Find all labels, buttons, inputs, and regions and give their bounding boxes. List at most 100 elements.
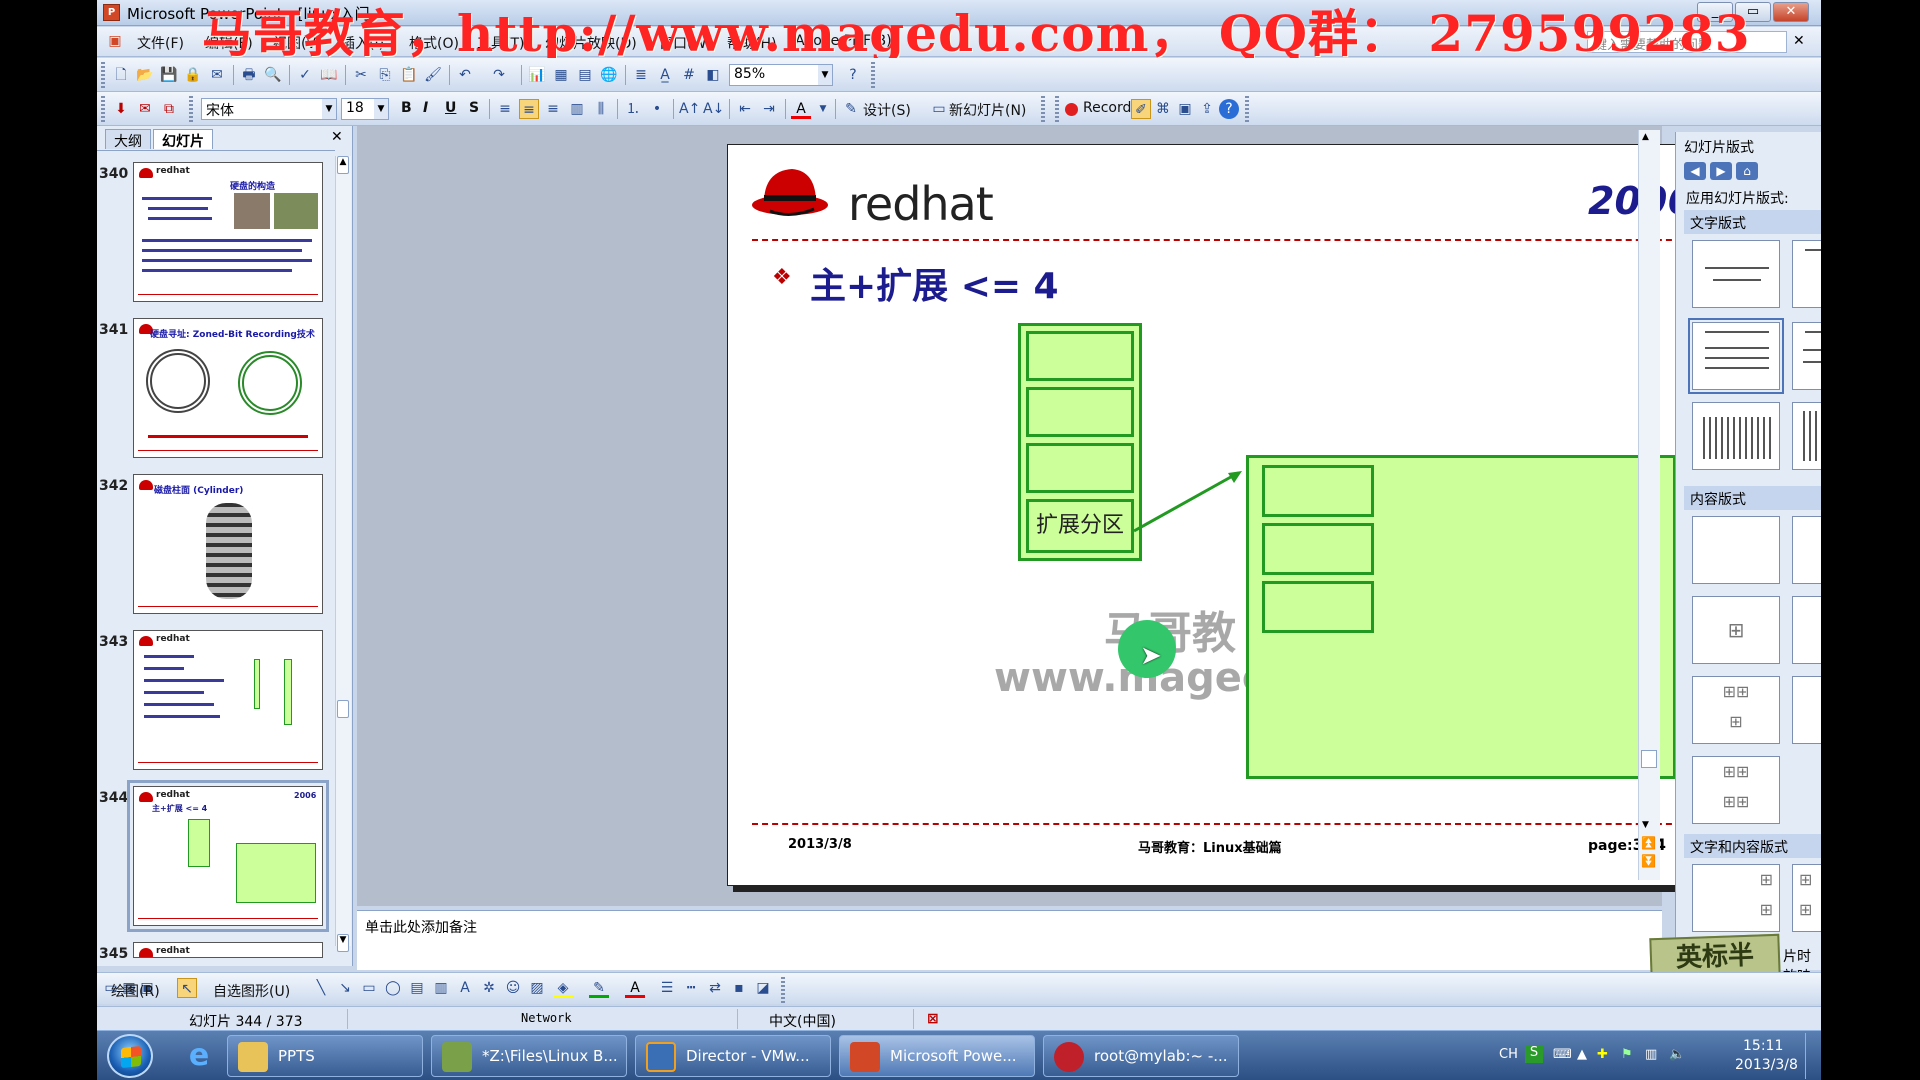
arrow-style-icon[interactable]: ⇄ [705,978,725,998]
textbox-icon[interactable]: ▤ [407,978,427,998]
align-center-icon[interactable]: ≡ [519,99,539,119]
layout-two-content[interactable]: ⊞⊞ [1792,596,1821,664]
font-size-select[interactable]: 18 ▼ [341,98,389,120]
task-ppts[interactable]: PPTS [227,1035,423,1077]
clock-date[interactable]: 2013/3/8 [1735,1057,1798,1073]
chevron-down-icon[interactable]: ▼ [818,65,832,85]
slide-scrollbar[interactable]: ▲ ▼ ⏫ ⏬ [1638,130,1660,880]
font-color-icon[interactable]: A [791,99,811,119]
logical-partition-box[interactable] [1262,581,1374,633]
layout-vertical-text[interactable] [1692,402,1780,470]
network-icon[interactable]: ▥ [1645,1047,1657,1062]
clipart-icon[interactable]: ☺ [503,978,523,998]
toolbar-options-icon[interactable] [1245,96,1249,122]
task-powerpoint[interactable]: Microsoft Powe... [839,1035,1035,1077]
expand-all-icon[interactable]: ≣ [631,65,651,85]
tab-slides[interactable]: 幻灯片 [153,129,213,150]
paste-icon[interactable]: 📋 [399,65,419,85]
slide-heading[interactable]: 主+扩展 <= 4 [810,257,1059,309]
sogou-icon[interactable]: S [1525,1045,1543,1063]
forward-icon[interactable]: ▶ [1710,162,1732,180]
toolbar-options-icon[interactable] [1041,96,1045,122]
layout-content-text[interactable]: ⊞ ⊞ [1792,864,1821,932]
tray-keyboard-icon[interactable]: ⌨ [1553,1047,1572,1062]
internet-explorer-icon[interactable]: e [179,1039,219,1073]
powerpoint-app-icon[interactable]: P [103,4,120,21]
close-document-icon[interactable]: ✕ [1793,33,1805,49]
clock-time[interactable]: 15:11 [1743,1038,1783,1054]
extended-partition-label[interactable]: 扩展分区 [1026,499,1134,553]
toolbar-grip[interactable] [1055,96,1059,122]
next-slide-icon[interactable]: ⏬ [1641,854,1656,868]
help-icon[interactable]: ? [1219,99,1239,119]
shadow-button[interactable]: S [469,100,479,116]
toolbar-grip[interactable] [101,62,105,88]
previous-slide-icon[interactable]: ⏫ [1641,836,1656,850]
layout-two-column-text[interactable] [1792,322,1821,390]
task-terminal[interactable]: root@mylab:~ -... [1043,1035,1239,1077]
home-icon[interactable]: ⌂ [1736,162,1758,180]
layout-title-text[interactable] [1688,318,1784,394]
help-icon[interactable]: ? [843,65,863,85]
undo-icon[interactable]: ↶ [455,65,475,85]
draw-menu[interactable]: 绘图(R) [111,981,160,1001]
task-pane-title[interactable]: 幻灯片版式 [1684,137,1754,157]
zoom-select[interactable]: 85% ▼ [729,64,833,86]
primary-partition-box[interactable] [1026,387,1134,437]
fill-color-icon[interactable]: ◈ [553,978,573,998]
pdf-review-icon[interactable]: ⧉ [159,99,179,119]
layout-title-only[interactable] [1792,240,1821,308]
italic-button[interactable]: I [423,100,428,116]
align-left-icon[interactable]: ≡ [495,99,515,119]
slide-thumbnail[interactable]: 硬盘寻址: Zoned-Bit Recording技术 [133,318,323,458]
email-icon[interactable]: ✉ [207,65,227,85]
spelling-icon[interactable]: ✓ [295,65,315,85]
scrollbar-thumb[interactable] [1641,750,1657,768]
print-preview-icon[interactable]: 🔍 [263,65,283,85]
increase-indent-icon[interactable]: ⇥ [759,99,779,119]
scroll-down-icon[interactable]: ▼ [337,934,349,952]
new-icon[interactable]: 🗋 [111,65,131,85]
research-icon[interactable]: 📖 [319,65,339,85]
show-hidden-icon[interactable]: ▲ [1577,1047,1587,1062]
color-grayscale-icon[interactable]: ◧ [703,65,723,85]
slide-thumbnail[interactable]: redhat [133,942,323,958]
record-icon[interactable] [1065,103,1078,116]
line-color-icon[interactable]: ✎ [589,978,609,998]
toolbar-grip[interactable] [101,96,105,122]
layout-title-content-two[interactable]: ⊞⊞ ⊞ [1692,676,1780,744]
back-icon[interactable]: ◀ [1684,162,1706,180]
bullets-icon[interactable]: • [647,99,667,119]
task-editor[interactable]: *Z:\Files\Linux B... [431,1035,627,1077]
toolbar-options-icon[interactable] [871,62,875,88]
slide-thumbnail-selected[interactable]: redhat 2006 主+扩展 <= 4 [127,780,329,932]
redo-icon[interactable]: ↷ [489,65,509,85]
line-style-icon[interactable]: ☰ [657,978,677,998]
close-button[interactable]: ✕ [1773,2,1809,22]
tables-borders-icon[interactable]: ▤ [575,65,595,85]
scrollbar-thumb[interactable] [337,700,349,718]
new-slide-button[interactable]: 新幻灯片(N) [949,100,1026,120]
task-vmware[interactable]: Director - VMw... [635,1035,831,1077]
3d-style-icon[interactable]: ◪ [753,978,773,998]
chevron-down-icon[interactable]: ▼ [374,99,388,119]
document-icon[interactable]: ▣ [105,31,125,51]
insert-hyperlink-icon[interactable]: 🌐 [599,65,619,85]
spelling-status-icon[interactable]: ⊠ [927,1011,939,1027]
layout-vertical-title-text[interactable] [1792,402,1821,470]
decrease-font-icon[interactable]: A↓ [703,99,724,119]
show-desktop-button[interactable] [1805,1033,1819,1079]
justify-icon[interactable]: ▥ [567,99,587,119]
pen-icon[interactable]: ✐ [1131,99,1151,119]
logical-partition-box[interactable] [1262,465,1374,517]
layout-title-content[interactable]: ⊞ [1692,596,1780,664]
layout-four-content[interactable]: ⊞⊞⊞⊞ [1792,676,1821,744]
layout-title-slide[interactable] [1692,240,1780,308]
open-icon[interactable]: 📂 [135,65,155,85]
slide-thumbnail[interactable]: redhat 硬盘的构造 [133,162,323,302]
camera-icon[interactable]: ⌘ [1153,99,1173,119]
save-icon[interactable]: 💾 [159,65,179,85]
slide-thumbnail[interactable]: 磁盘柱面 (Cylinder) [133,474,323,614]
pdf-convert-icon[interactable]: ⬇ [111,99,131,119]
layout-blank[interactable] [1692,516,1780,584]
